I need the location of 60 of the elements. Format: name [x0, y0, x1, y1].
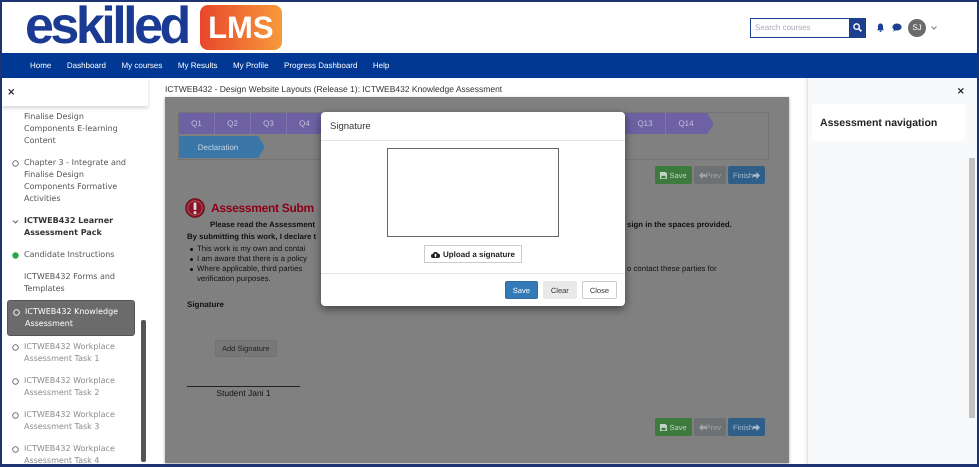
chevron-down-icon[interactable]: [931, 26, 937, 30]
nav-link[interactable]: Home: [30, 61, 52, 70]
nav-link[interactable]: Dashboard: [66, 61, 106, 70]
nav-link[interactable]: Help: [372, 61, 390, 70]
circle-icon: [12, 378, 19, 385]
circle-icon: [12, 344, 19, 351]
bullet-icon: [190, 268, 193, 270]
close-button[interactable]: ×: [956, 86, 965, 97]
nav-link[interactable]: Progress Dashboard: [284, 61, 358, 70]
section-header[interactable]: ICTWEB432 Learner Assessment Pack: [7, 210, 135, 244]
right-arrow-icon: [753, 424, 760, 430]
left-arrow-icon: [698, 172, 706, 178]
bullet-icon: [190, 248, 193, 250]
close-button[interactable]: ×: [7, 86, 16, 98]
field-label: Signature: [187, 300, 225, 309]
chevron-down-icon: [12, 218, 19, 225]
circle-icon: [12, 446, 19, 453]
tab[interactable]: Q14: [666, 113, 714, 134]
upload-button[interactable]: Upload a signature: [424, 245, 522, 263]
search-icon: [853, 23, 862, 32]
sidebar-item[interactable]: Chapter 3 - Integrate and Finalise Design Components Formative Activities: [7, 152, 135, 210]
bell-icon[interactable]: [876, 23, 885, 32]
circle-icon: [12, 160, 19, 167]
scrollbar-thumb[interactable]: [969, 158, 975, 418]
sidebar-item[interactable]: ICTWEB432 Forms and Templates: [7, 266, 135, 300]
logo-badge: LMS: [200, 5, 282, 50]
chat-icon[interactable]: [892, 23, 902, 32]
tab[interactable]: Q2: [215, 113, 251, 134]
tab[interactable]: Declaration: [179, 136, 265, 158]
signature-pad[interactable]: [387, 148, 559, 237]
tab[interactable]: Q1: [179, 113, 215, 134]
signature-line: Student Jani 1: [187, 386, 300, 398]
drawer-title: Assessment navigation: [820, 116, 938, 128]
tab[interactable]: Q3: [251, 113, 287, 134]
page-title: ICTWEB432 - Design Website Layouts (Release 1): ICTWEB432 Knowledge Assessment: [165, 84, 504, 95]
tab[interactable]: Q13: [625, 113, 666, 134]
search-field[interactable]: Search courses: [750, 18, 849, 38]
floppy-icon: [660, 424, 668, 430]
section-heading: Assessment Subm: [211, 201, 314, 215]
logo-text[interactable]: eskilled: [25, 2, 188, 52]
sidebar-item[interactable]: Finalise Design Components E-learning Content: [7, 106, 135, 152]
left-arrow-icon: [698, 424, 706, 430]
scrollbar-thumb[interactable]: [141, 320, 146, 462]
status-dot: [12, 252, 19, 259]
sidebar-item[interactable]: ICTWEB432 Knowledge Assessment: [7, 300, 135, 336]
user-avatar[interactable]: SJ: [908, 18, 926, 36]
dialog-title: Signature: [330, 120, 371, 132]
nav-link[interactable]: My courses: [121, 61, 162, 70]
circle-icon: [12, 412, 19, 419]
floppy-icon: [660, 172, 668, 178]
tab[interactable]: Q4: [287, 113, 323, 134]
nav-link[interactable]: My Results: [178, 61, 218, 70]
sidebar-item[interactable]: Candidate Instructions: [7, 244, 135, 266]
bullet-icon: [190, 258, 193, 260]
nav-link[interactable]: My Profile: [232, 61, 269, 70]
cloud-upload-icon: [430, 250, 440, 258]
circle-icon: [13, 309, 20, 316]
search-button[interactable]: [849, 18, 866, 38]
alert-icon: [185, 198, 205, 218]
right-arrow-icon: [753, 172, 760, 178]
